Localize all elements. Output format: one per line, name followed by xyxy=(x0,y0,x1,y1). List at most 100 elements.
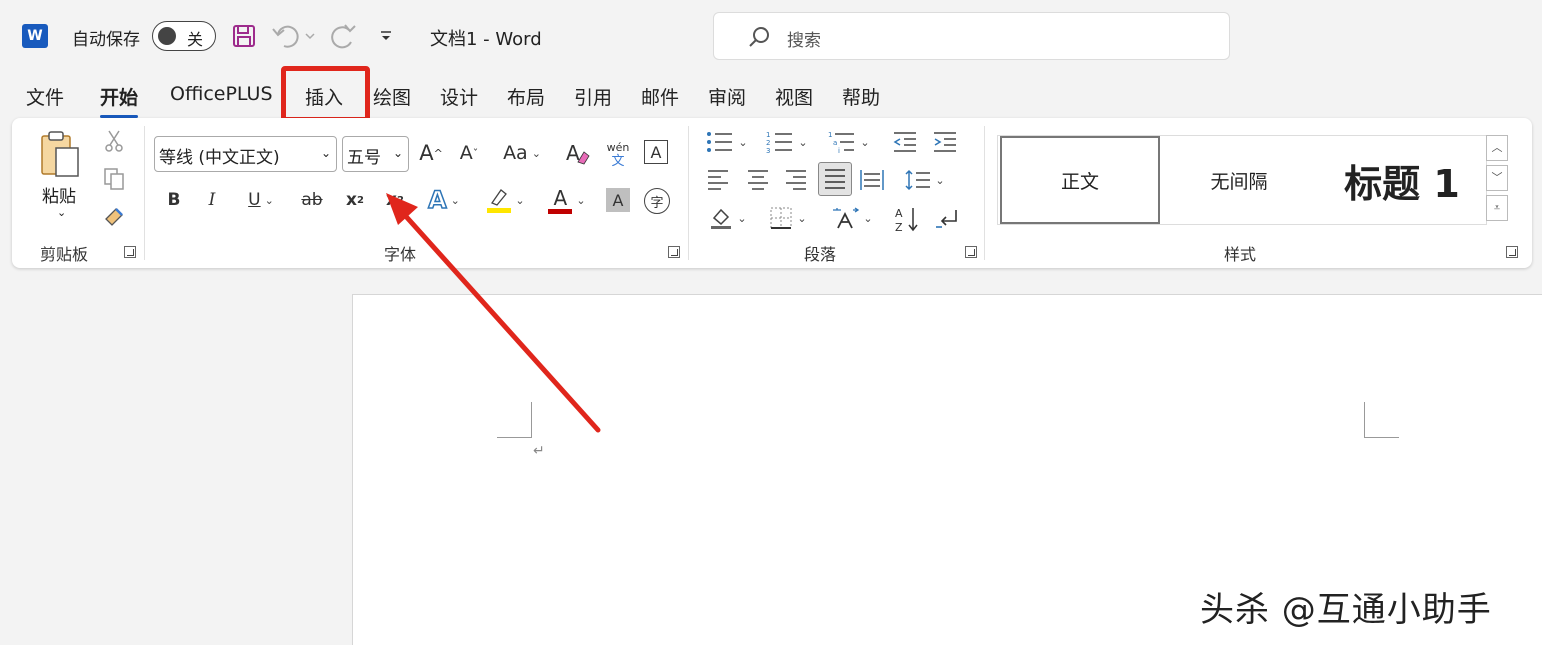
styles-launcher-icon[interactable] xyxy=(1506,246,1518,258)
decrease-indent-icon[interactable] xyxy=(890,128,920,156)
tab-help[interactable]: 帮助 xyxy=(842,83,880,110)
customize-qat-icon[interactable] xyxy=(376,20,396,52)
highlighter-icon xyxy=(487,187,512,213)
redo-icon[interactable] xyxy=(328,20,358,52)
sort-icon[interactable]: AZ xyxy=(892,204,922,234)
paste-dropdown-icon[interactable]: ⌄ xyxy=(57,206,66,219)
tab-view[interactable]: 视图 xyxy=(775,83,813,110)
tab-file[interactable]: 文件 xyxy=(26,83,64,110)
font-size-dropdown[interactable]: 五号 ⌄ xyxy=(342,136,409,172)
tab-layout[interactable]: 布局 xyxy=(507,83,545,110)
paragraph-launcher-icon[interactable] xyxy=(965,246,977,258)
style-no-spacing[interactable]: 无间隔 xyxy=(1164,136,1314,224)
search-box[interactable]: 搜索 xyxy=(713,12,1230,60)
borders-button[interactable]: ⌄ xyxy=(764,204,812,232)
paste-label[interactable]: 粘贴 xyxy=(42,182,76,207)
tab-design[interactable]: 设计 xyxy=(440,83,478,110)
clipboard-group-label: 剪贴板 xyxy=(40,245,89,264)
phonetic-guide-icon[interactable]: wén 文 xyxy=(602,138,634,172)
annotation-highlight-box xyxy=(281,66,370,122)
document-title: 文档1 - Word xyxy=(430,29,542,50)
undo-icon[interactable] xyxy=(270,20,316,52)
svg-text:2: 2 xyxy=(766,139,770,147)
tab-draw[interactable]: 绘图 xyxy=(373,83,411,110)
group-separator xyxy=(984,126,985,260)
numbering-button[interactable]: 123 ⌄ xyxy=(762,128,812,156)
tab-review[interactable]: 审阅 xyxy=(708,83,746,110)
svg-text:1: 1 xyxy=(766,131,770,139)
grow-font-icon[interactable]: A ^ xyxy=(416,138,446,168)
character-shading-icon[interactable]: A xyxy=(606,188,630,212)
paragraph-group-label: 段落 xyxy=(804,245,837,264)
scroll-up-icon[interactable]: ︿ xyxy=(1486,135,1508,161)
svg-text:a: a xyxy=(833,139,837,147)
subscript-button[interactable]: x2 xyxy=(342,186,368,214)
font-group-label: 字体 xyxy=(384,245,417,264)
margin-corner-top-left xyxy=(497,402,532,438)
svg-text:A: A xyxy=(895,207,903,220)
shading-button[interactable]: ⌄ xyxy=(704,204,752,232)
font-name-value: 等线 (中文正文) xyxy=(159,148,280,168)
align-center-icon[interactable] xyxy=(744,166,772,194)
ribbon-home: 粘贴 ⌄ 剪贴板 等线 (中文正文) ⌄ 五号 ⌄ A ^ Aˇ Aa ⌄ A wé… xyxy=(12,118,1532,268)
svg-text:Z: Z xyxy=(895,221,903,233)
style-heading-1[interactable]: 标题 1 xyxy=(1318,136,1486,224)
multilevel-list-button[interactable]: 1ai ⌄ xyxy=(824,128,874,156)
scroll-down-icon[interactable]: ﹀ xyxy=(1486,165,1508,191)
chinese-layout-button[interactable]: ⌄ xyxy=(827,204,877,232)
bold-button[interactable]: B xyxy=(162,186,186,214)
svg-text:3: 3 xyxy=(766,147,770,153)
align-left-icon[interactable] xyxy=(704,166,732,194)
tab-references[interactable]: 引用 xyxy=(574,83,612,110)
gallery-more-icon[interactable]: ⩡ xyxy=(1486,195,1508,221)
clear-formatting-icon[interactable]: A xyxy=(562,138,592,168)
copy-icon[interactable] xyxy=(102,166,126,192)
toggle-knob xyxy=(158,27,176,45)
font-launcher-icon[interactable] xyxy=(668,246,680,258)
italic-button[interactable]: I xyxy=(200,186,224,214)
paste-icon[interactable] xyxy=(38,128,82,180)
group-separator xyxy=(144,126,145,260)
styles-group-label: 样式 xyxy=(1224,245,1257,264)
font-name-dropdown[interactable]: 等线 (中文正文) ⌄ xyxy=(154,136,337,172)
group-separator xyxy=(688,126,689,260)
autosave-label: 自动保存 xyxy=(72,30,140,50)
word-logo-icon: W xyxy=(22,24,48,48)
tab-mailings[interactable]: 邮件 xyxy=(641,83,679,110)
bullets-button[interactable]: ⌄ xyxy=(702,128,752,156)
increase-indent-icon[interactable] xyxy=(930,128,960,156)
font-size-value: 五号 xyxy=(347,148,381,168)
chevron-down-icon: ⌄ xyxy=(392,146,403,160)
character-border-icon[interactable]: A xyxy=(644,140,668,164)
font-color-button[interactable]: A ⌄ xyxy=(542,184,592,216)
justify-icon[interactable] xyxy=(818,162,852,196)
search-icon xyxy=(748,26,770,52)
title-bar: W 自动保存 关 文档1 - Word 搜索 xyxy=(0,0,1542,72)
strikethrough-button[interactable]: ab xyxy=(297,186,327,214)
cut-icon[interactable] xyxy=(102,128,126,154)
highlight-color-button[interactable]: ⌄ xyxy=(482,184,530,216)
style-normal[interactable]: 正文 xyxy=(1000,136,1160,224)
underline-button[interactable]: U ⌄ xyxy=(238,186,284,214)
distributed-icon[interactable] xyxy=(858,166,886,194)
superscript-button[interactable]: x2 xyxy=(382,186,408,214)
paragraph-mark: ↵ xyxy=(533,443,545,459)
format-painter-icon[interactable] xyxy=(102,204,126,230)
autosave-toggle[interactable]: 关 xyxy=(152,21,216,51)
svg-text:i: i xyxy=(838,147,840,153)
chevron-down-icon: ⌄ xyxy=(320,146,331,160)
shrink-font-icon[interactable]: Aˇ xyxy=(454,138,484,168)
autosave-state: 关 xyxy=(187,30,204,49)
align-right-icon[interactable] xyxy=(782,166,810,194)
margin-corner-top-right xyxy=(1364,402,1399,438)
save-icon[interactable] xyxy=(230,20,258,52)
show-hide-marks-icon[interactable] xyxy=(932,204,962,234)
change-case-button[interactable]: Aa ⌄ xyxy=(497,138,547,168)
line-spacing-button[interactable]: ⌄ xyxy=(900,166,950,194)
tab-officeplus[interactable]: OfficePLUS xyxy=(170,83,273,105)
text-effects-button[interactable]: A ⌄ xyxy=(420,184,468,216)
tab-home[interactable]: 开始 xyxy=(100,83,139,118)
search-placeholder: 搜索 xyxy=(787,31,821,51)
clipboard-launcher-icon[interactable] xyxy=(124,246,136,258)
enclose-characters-icon[interactable]: 字 xyxy=(644,188,670,214)
